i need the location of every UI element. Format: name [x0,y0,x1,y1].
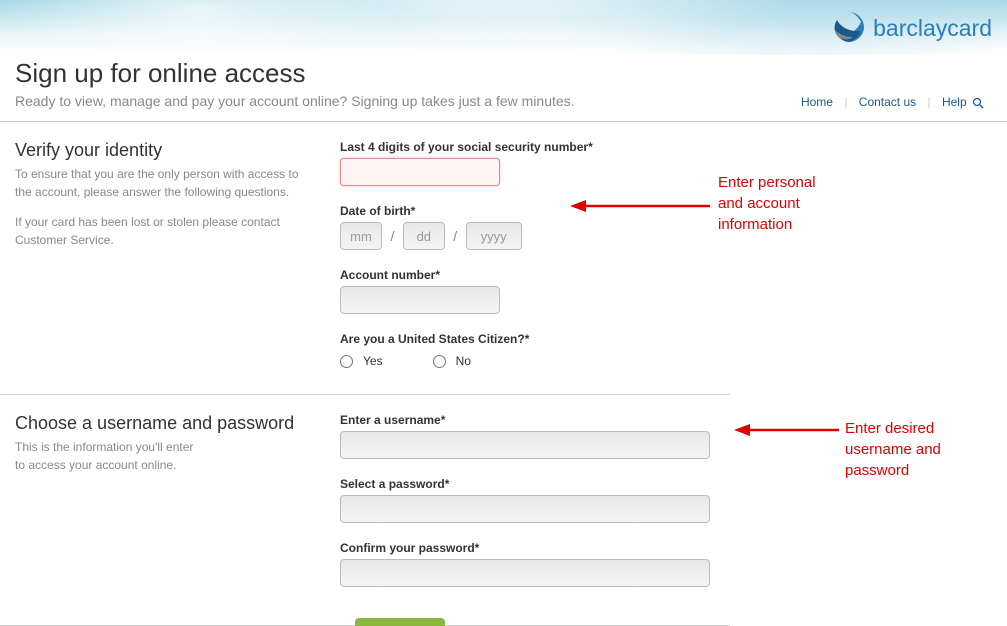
citizen-no-radio[interactable] [433,355,446,368]
nav-separator: | [928,95,931,109]
ssn-label: Last 4 digits of your social security nu… [340,140,715,154]
section-credentials: Choose a username and password This is t… [0,395,730,626]
citizen-yes-radio[interactable] [340,355,353,368]
dob-separator: / [453,228,457,244]
identity-desc-1: To ensure that you are the only person w… [15,165,300,201]
confirm-password-input[interactable] [340,559,710,587]
annotation-arrow-2 [734,420,839,440]
username-label: Enter a username* [340,413,715,427]
nav-help-label: Help [942,95,967,109]
password-label: Select a password* [340,477,715,491]
nav-home[interactable]: Home [793,95,841,109]
annotation-credentials: Enter desired username and password [845,418,941,481]
citizen-yes-option[interactable]: Yes [340,354,383,368]
citizen-no-option[interactable]: No [433,354,471,368]
account-number-input[interactable] [340,286,500,314]
dob-year-input[interactable] [466,222,522,250]
dob-day-input[interactable] [403,222,445,250]
nav-separator: | [844,95,847,109]
ssn-input[interactable] [340,158,500,186]
credentials-desc: This is the information you'll enter to … [15,438,300,474]
top-nav: Home | Contact us | Help [793,95,992,109]
submit-button-partial[interactable] [355,618,445,626]
password-input[interactable] [340,495,710,523]
username-input[interactable] [340,431,710,459]
identity-heading: Verify your identity [15,140,300,161]
nav-contact[interactable]: Contact us [851,95,924,109]
citizen-yes-label: Yes [363,354,383,368]
citizen-no-label: No [456,354,471,368]
section-identity: Verify your identity To ensure that you … [0,122,730,395]
annotation-personal-info: Enter personal and account information [718,172,816,235]
account-number-label: Account number* [340,268,715,282]
citizen-label: Are you a United States Citizen?* [340,332,715,346]
identity-desc-2: If your card has been lost or stolen ple… [15,213,300,249]
dob-month-input[interactable] [340,222,382,250]
search-icon [972,97,984,109]
confirm-password-label: Confirm your password* [340,541,715,555]
dob-separator: / [390,228,394,244]
credentials-heading: Choose a username and password [15,413,300,434]
annotation-arrow-1 [570,196,710,216]
page-title: Sign up for online access [15,58,992,89]
nav-help[interactable]: Help [934,95,992,109]
